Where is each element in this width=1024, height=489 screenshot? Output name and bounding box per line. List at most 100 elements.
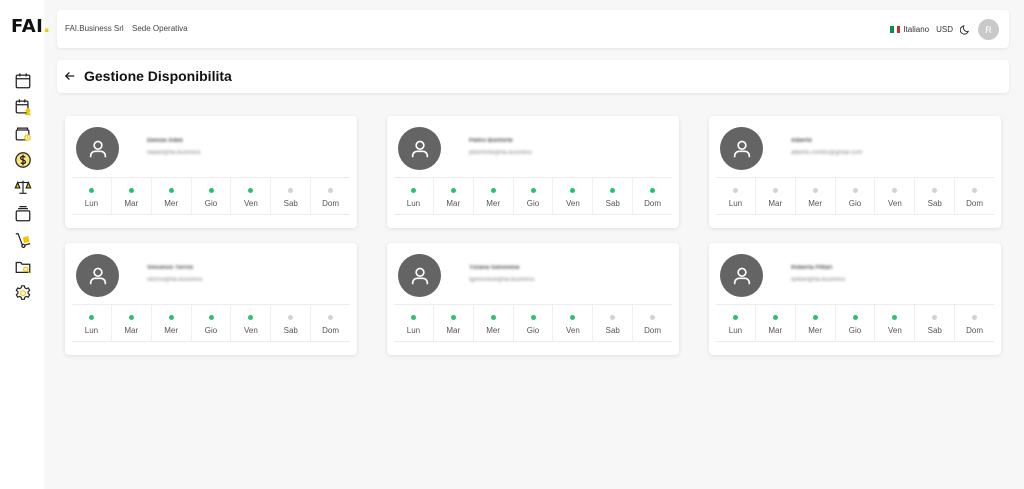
day-toggle[interactable]: Gio [192,178,232,214]
availability-dot [288,188,294,193]
user-icon [411,140,428,157]
availability-dot [450,315,456,320]
employee-card[interactable]: Alberto alberto.corti65@gmail.com Lun Mar Me… [709,116,1001,228]
company-name[interactable]: FAI.Business Srl [65,24,124,33]
hand-truck-icon[interactable] [14,231,32,249]
availability-dot [570,188,576,193]
day-toggle[interactable]: Mer [796,305,836,341]
day-toggle[interactable]: Sab [915,305,956,341]
calendar-user-icon[interactable] [14,98,32,116]
employee-card[interactable]: Pietro Bonforte pbonforte@fai.business Lun… [387,116,679,228]
day-toggle[interactable]: Mer [474,178,514,214]
day-toggle[interactable]: Lun [394,178,434,214]
day-toggle[interactable]: Mar [434,305,474,341]
day-toggle[interactable]: Mar [756,305,796,341]
page-title: Gestione Disponibilita [84,68,232,84]
availability-row: Lun Mar Mer Gio Ven Sab Dom [72,304,350,342]
day-label: Mar [446,326,461,335]
day-toggle[interactable]: Ven [231,178,272,214]
sidebar: FAI. [0,0,50,489]
wallet-icon[interactable] [14,125,32,143]
day-label: Ven [243,326,258,335]
availability-dot [530,315,536,320]
day-toggle[interactable]: Mar [112,305,152,341]
day-toggle[interactable]: Sab [271,178,312,214]
moon-icon [960,25,970,35]
day-toggle[interactable]: Lun [72,305,112,341]
day-label: Ven [565,199,580,208]
day-toggle[interactable]: Mer [796,178,836,214]
user-avatar[interactable]: R [978,19,999,40]
employee-card[interactable]: Denise Adeli dadeli@fai.business Lun Mar Mer… [65,116,357,228]
availability-dot [812,188,818,193]
day-toggle[interactable]: Dom [955,178,994,214]
availability-dot [892,188,898,193]
dollar-circle-icon[interactable] [14,151,32,169]
day-label: Sab [605,326,620,335]
day-toggle[interactable]: Dom [633,305,672,341]
folder-search-icon[interactable] [14,258,32,276]
day-toggle[interactable]: Mar [434,178,474,214]
calendar-icon[interactable] [14,72,32,90]
currency-selector[interactable]: USD [936,25,953,34]
day-toggle[interactable]: Mar [112,178,152,214]
day-toggle[interactable]: Dom [633,178,672,214]
availability-dot [732,188,738,193]
day-label: Dom [644,326,662,335]
day-label: Gio [526,199,540,208]
layers-icon[interactable] [14,205,32,223]
day-label: Dom [966,326,984,335]
day-toggle[interactable]: Mer [152,305,192,341]
day-toggle[interactable]: Lun [394,305,434,341]
employee-avatar [398,127,441,170]
day-toggle[interactable]: Dom [311,178,350,214]
day-toggle[interactable]: Dom [311,305,350,341]
day-toggle[interactable]: Gio [514,305,554,341]
location-name[interactable]: Sede Operativa [132,24,188,33]
day-toggle[interactable]: Ven [875,305,916,341]
day-toggle[interactable]: Ven [553,178,594,214]
day-toggle[interactable]: Gio [192,305,232,341]
day-toggle[interactable]: Mer [152,178,192,214]
day-toggle[interactable]: Sab [593,305,634,341]
day-toggle[interactable]: Gio [514,178,554,214]
day-label: Ven [243,199,258,208]
day-toggle[interactable]: Ven [231,305,272,341]
day-toggle[interactable]: Ven [553,305,594,341]
availability-dot [530,188,536,193]
day-toggle[interactable]: Gio [836,178,876,214]
day-toggle[interactable]: Sab [271,305,312,341]
availability-dot [852,188,858,193]
availability-dot [288,315,294,320]
day-label: Gio [526,326,540,335]
day-toggle[interactable]: Dom [955,305,994,341]
day-toggle[interactable]: Sab [915,178,956,214]
day-toggle[interactable]: Ven [875,178,916,214]
gear-icon[interactable] [14,284,32,302]
day-toggle[interactable]: Mar [756,178,796,214]
availability-dot [248,315,254,320]
availability-dot [248,188,254,193]
day-toggle[interactable]: Lun [716,178,756,214]
app-logo[interactable]: FAI. [11,16,51,37]
employee-card[interactable]: Roberta Pittari rpittari@fai.business Lun M… [709,243,1001,355]
day-toggle[interactable]: Lun [72,178,112,214]
day-toggle[interactable]: Sab [593,178,634,214]
day-label: Gio [204,326,218,335]
employee-avatar [76,127,119,170]
back-arrow-icon[interactable] [64,70,76,82]
day-toggle[interactable]: Lun [716,305,756,341]
scale-icon[interactable] [14,178,32,196]
availability-dot [610,188,616,193]
availability-dot [570,315,576,320]
day-label: Mer [164,326,179,335]
day-label: Ven [565,326,580,335]
dark-mode-toggle[interactable] [960,24,971,35]
employee-card[interactable]: Tiziana Genovese tgenovese@fai.business Lu… [387,243,679,355]
employee-card[interactable]: Vincenzo Torrisi vtorrisi@fai.business Lun… [65,243,357,355]
day-toggle[interactable]: Gio [836,305,876,341]
day-toggle[interactable]: Mer [474,305,514,341]
availability-dot [932,188,938,193]
language-selector[interactable]: Italiano [890,25,929,34]
user-icon [89,140,106,157]
